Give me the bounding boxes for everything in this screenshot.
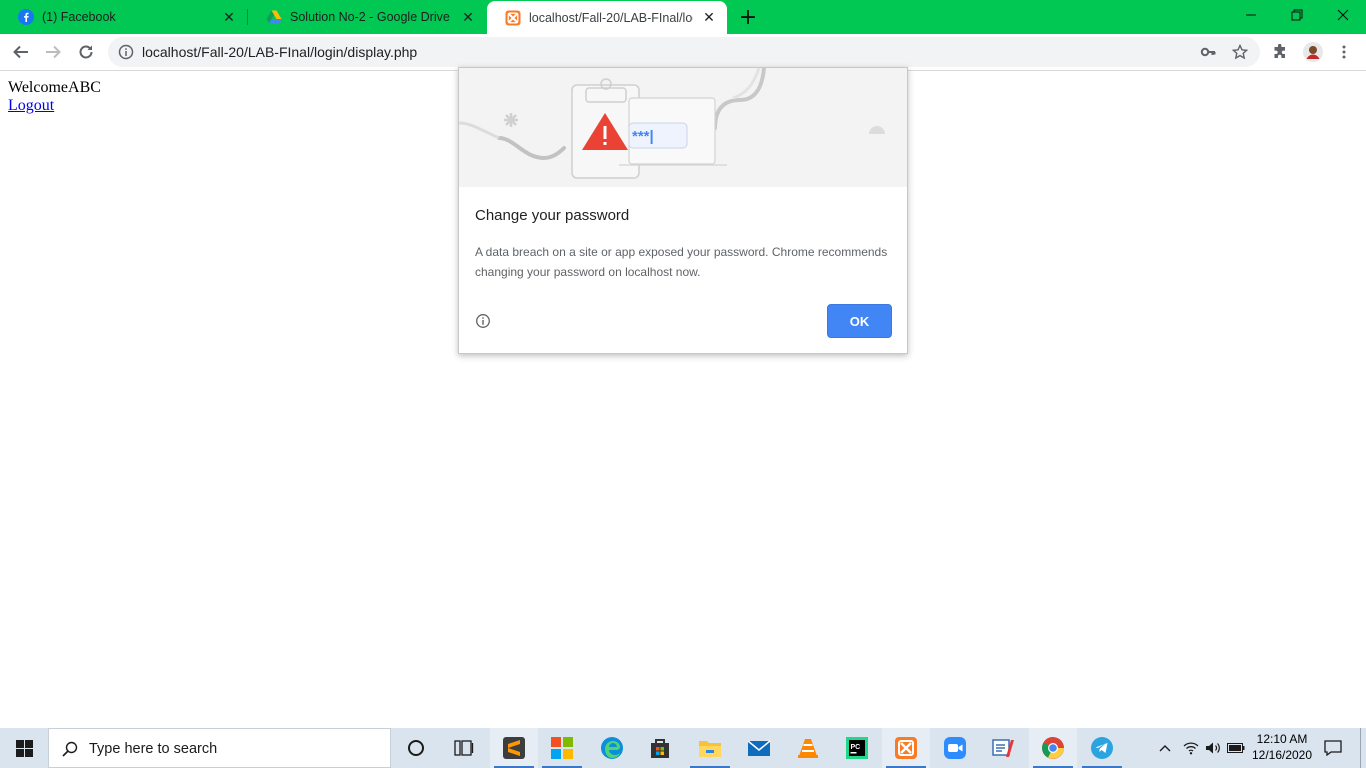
info-icon[interactable] [475, 313, 491, 329]
dialog-body-line: changing your password on localhost now. [475, 265, 701, 279]
google-drive-icon [266, 9, 282, 25]
tab-label: Solution No-2 - Google Drive [290, 10, 450, 24]
taskbar-app-pycharm[interactable]: PC [833, 728, 881, 768]
masked-password: ***| [632, 128, 654, 145]
dialog-body: A data breach on a site or app exposed y… [475, 242, 895, 282]
battery-icon [1227, 743, 1245, 753]
reload-icon [79, 45, 93, 59]
tab-google-drive[interactable]: Solution No-2 - Google Drive ✕ [248, 0, 486, 34]
dialog-title: Change your password [475, 207, 630, 224]
taskbar-app-telegram[interactable] [1078, 728, 1126, 768]
taskbar-clock[interactable]: 12:10 AM 12/16/2020 [1248, 731, 1316, 763]
minimize-button[interactable] [1228, 0, 1274, 30]
edge-icon [601, 737, 623, 759]
chevron-up-icon [1159, 745, 1171, 752]
sublime-text-icon [503, 737, 525, 759]
facebook-icon [18, 9, 34, 25]
tab-localhost[interactable]: localhost/Fall-20/LAB-FInal/login ✕ [487, 1, 727, 34]
vlc-icon [798, 739, 818, 758]
mail-icon [747, 740, 771, 756]
battery-button[interactable] [1225, 728, 1247, 768]
back-button[interactable] [7, 38, 35, 66]
extensions-icon[interactable] [1270, 42, 1290, 62]
tab-strip: (1) Facebook ✕ Solution No-2 - Google Dr… [0, 0, 1366, 34]
tab-label: localhost/Fall-20/LAB-FInal/login [529, 10, 693, 25]
search-icon [61, 740, 79, 758]
close-icon[interactable]: ✕ [221, 9, 237, 25]
telegram-icon [1091, 737, 1113, 759]
arrow-right-icon [46, 45, 61, 59]
menu-icon[interactable] [1334, 42, 1354, 62]
show-hidden-icons-button[interactable] [1154, 728, 1176, 768]
cortana-button[interactable] [392, 728, 440, 768]
dialog-body-line: A data breach on a site or app exposed y… [475, 245, 888, 259]
forward-button[interactable] [39, 38, 67, 66]
clock-time: 12:10 AM [1256, 732, 1308, 746]
password-breach-dialog: ***| Change your password A data breach … [458, 67, 908, 354]
pycharm-icon: PC [846, 737, 868, 759]
action-center-button[interactable] [1320, 728, 1346, 768]
welcome-text: WelcomeABC [8, 79, 101, 96]
task-view-button[interactable] [440, 728, 488, 768]
close-icon[interactable]: ✕ [460, 9, 476, 25]
windows-taskbar: Type here to search PC 12:10 AM 12/16/20… [0, 728, 1366, 768]
svg-text:PC: PC [851, 744, 861, 751]
store-bag-icon [651, 739, 669, 758]
taskbar-app-chrome[interactable] [1029, 728, 1077, 768]
tab-label: (1) Facebook [42, 10, 116, 24]
reload-button[interactable] [72, 38, 100, 66]
speaker-icon [1206, 742, 1220, 754]
text-editor-icon [992, 739, 1014, 757]
taskbar-app-file-explorer[interactable] [686, 728, 734, 768]
clock-date: 12/16/2020 [1251, 748, 1313, 762]
search-placeholder: Type here to search [89, 741, 218, 757]
close-window-button[interactable] [1320, 0, 1366, 30]
close-icon[interactable]: ✕ [701, 9, 717, 26]
xampp-icon [895, 737, 917, 759]
task-view-icon [454, 740, 474, 756]
restore-button[interactable] [1274, 0, 1320, 30]
taskbar-app-mail[interactable] [735, 728, 783, 768]
network-button[interactable] [1180, 728, 1202, 768]
browser-toolbar: localhost/Fall-20/LAB-FInal/login/displa… [0, 34, 1366, 71]
new-tab-button[interactable]: + [736, 5, 760, 30]
taskbar-app-xampp[interactable] [882, 728, 930, 768]
microsoft-store-tiles-icon [551, 737, 573, 759]
show-desktop-button[interactable] [1360, 728, 1366, 768]
tab-facebook[interactable]: (1) Facebook ✕ [0, 0, 247, 34]
breach-illustration: ***| [459, 68, 907, 187]
windows-icon [15, 739, 33, 757]
taskbar-app-text-editor[interactable] [980, 728, 1028, 768]
taskbar-app-edge[interactable] [588, 728, 636, 768]
avatar[interactable] [1303, 42, 1323, 62]
taskbar-app-vlc[interactable] [784, 728, 832, 768]
address-bar[interactable]: localhost/Fall-20/LAB-FInal/login/displa… [108, 37, 1260, 67]
url-text: localhost/Fall-20/LAB-FInal/login/displa… [142, 44, 418, 60]
xampp-icon [505, 10, 521, 26]
star-icon[interactable] [1231, 43, 1249, 60]
taskbar-search[interactable]: Type here to search [48, 728, 391, 768]
key-icon[interactable] [1200, 44, 1216, 60]
taskbar-app-store[interactable] [636, 728, 684, 768]
cortana-icon [408, 740, 424, 756]
ok-button[interactable]: OK [827, 304, 892, 338]
taskbar-app-sublime[interactable] [490, 728, 538, 768]
asterisk-icon [504, 113, 518, 127]
site-info-icon[interactable] [118, 44, 134, 60]
arrow-left-icon [13, 45, 28, 59]
start-button[interactable] [0, 728, 48, 768]
volume-button[interactable] [1202, 728, 1224, 768]
wifi-icon [1183, 742, 1199, 755]
chrome-icon [1042, 737, 1064, 759]
taskbar-app-store-tiles[interactable] [538, 728, 586, 768]
zoom-icon [944, 737, 966, 759]
logout-link[interactable]: Logout [8, 97, 54, 115]
file-explorer-icon [699, 741, 721, 757]
notification-icon [1324, 740, 1342, 756]
taskbar-app-zoom[interactable] [931, 728, 979, 768]
